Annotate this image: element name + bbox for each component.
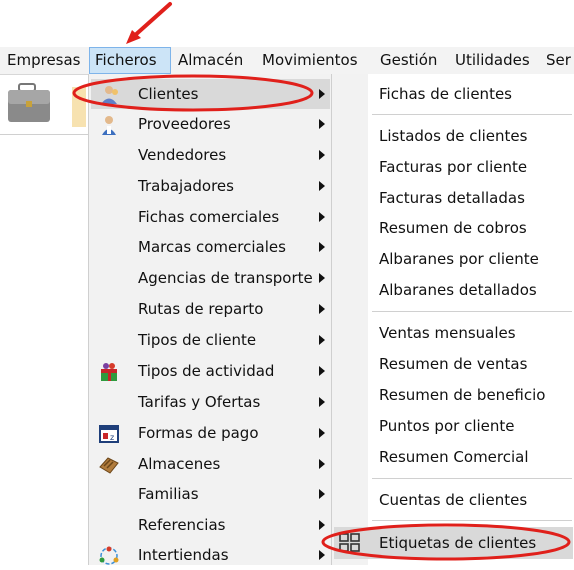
- top-strip: [0, 0, 574, 47]
- toolbar-divider: [0, 134, 88, 135]
- menu-item-resumen-de-beneficio[interactable]: Resumen de beneficio: [379, 380, 545, 410]
- menu-item-label: Etiquetas de clientes: [379, 534, 537, 552]
- menu-almacen[interactable]: Almacén: [178, 47, 243, 74]
- submenu-arrow-icon: [319, 89, 325, 99]
- menu-item-proveedores[interactable]: Proveedores: [91, 109, 330, 139]
- menu-gestion[interactable]: Gestión: [380, 47, 437, 74]
- menu-servicios[interactable]: Ser: [546, 47, 571, 74]
- menu-item-clientes[interactable]: Clientes: [91, 79, 330, 109]
- ficheros-menu: Clientes Proveedores Vendedores Trabajad…: [88, 74, 333, 565]
- menu-item-label: Referencias: [138, 516, 226, 534]
- menu-item-label: Clientes: [138, 85, 199, 103]
- submenu-arrow-icon: [319, 520, 325, 530]
- menu-item-albaranes-detallados[interactable]: Albaranes detallados: [379, 275, 537, 305]
- menu-item-tipos-de-actividad[interactable]: Tipos de actividad: [91, 356, 330, 386]
- menu-item-label: Marcas comerciales: [138, 238, 286, 256]
- menu-icon-gutter: [332, 74, 368, 565]
- submenu-arrow-icon: [319, 119, 325, 129]
- clientes-submenu: Fichas de clientes Listados de clientes …: [331, 74, 574, 565]
- menu-item-rutas-de-reparto[interactable]: Rutas de reparto: [91, 294, 330, 324]
- menu-item-marcas-comerciales[interactable]: Marcas comerciales: [91, 232, 330, 262]
- grid-icon: [339, 533, 360, 552]
- intertiendas-icon: [99, 546, 119, 565]
- menu-separator: [372, 311, 572, 312]
- menu-item-label: Formas de pago: [138, 424, 259, 442]
- menu-item-tarifas-y-ofertas[interactable]: Tarifas y Ofertas: [91, 387, 330, 417]
- menu-item-fichas-comerciales[interactable]: Fichas comerciales: [91, 202, 330, 232]
- menu-item-agencias-de-transporte[interactable]: Agencias de transporte: [91, 263, 330, 293]
- supplier-icon: [102, 116, 116, 135]
- menu-item-referencias[interactable]: Referencias: [91, 510, 330, 540]
- menu-item-listados-de-clientes[interactable]: Listados de clientes: [379, 121, 527, 151]
- menu-item-label: Agencias de transporte: [138, 269, 313, 287]
- submenu-arrow-icon: [319, 428, 325, 438]
- menu-item-resumen-de-ventas[interactable]: Resumen de ventas: [379, 349, 527, 379]
- menu-item-label: Proveedores: [138, 115, 231, 133]
- submenu-arrow-icon: [319, 366, 325, 376]
- gift-icon: [101, 363, 117, 381]
- menu-item-label: Rutas de reparto: [138, 300, 264, 318]
- menu-item-resumen-comercial[interactable]: Resumen Comercial: [379, 442, 529, 472]
- menu-item-label: Vendedores: [138, 146, 227, 164]
- menu-item-familias[interactable]: Familias: [91, 479, 330, 509]
- submenu-arrow-icon: [319, 181, 325, 191]
- menu-item-vendedores[interactable]: Vendedores: [91, 140, 330, 170]
- menu-item-ventas-mensuales[interactable]: Ventas mensuales: [379, 318, 516, 348]
- menu-ficheros[interactable]: Ficheros: [89, 47, 171, 74]
- menu-item-label: Tipos de actividad: [138, 362, 275, 380]
- menu-item-label: Tipos de cliente: [138, 331, 257, 349]
- menu-separator: [372, 520, 572, 521]
- submenu-arrow-icon: [319, 242, 325, 252]
- submenu-arrow-icon: [319, 273, 325, 283]
- menu-item-formas-de-pago[interactable]: z Formas de pago: [91, 418, 330, 448]
- menu-item-resumen-de-cobros[interactable]: Resumen de cobros: [379, 213, 527, 243]
- menu-movimientos[interactable]: Movimientos: [262, 47, 358, 74]
- submenu-arrow-icon: [319, 550, 325, 560]
- menu-item-label: Tarifas y Ofertas: [138, 393, 261, 411]
- clients-icon: [101, 86, 118, 104]
- menu-item-label: Familias: [138, 485, 199, 503]
- submenu-arrow-icon: [319, 489, 325, 499]
- briefcase-icon[interactable]: [0, 75, 88, 135]
- menu-item-facturas-por-cliente[interactable]: Facturas por cliente: [379, 152, 527, 182]
- menu-item-almacenes[interactable]: Almacenes: [91, 449, 330, 479]
- menu-separator: [372, 114, 572, 115]
- menu-item-label: Fichas comerciales: [138, 208, 280, 226]
- menu-item-fichas-de-clientes[interactable]: Fichas de clientes: [379, 79, 512, 109]
- menu-item-label: Trabajadores: [138, 177, 234, 195]
- menu-item-label: Almacenes: [138, 455, 221, 473]
- menu-item-puntos-por-cliente[interactable]: Puntos por cliente: [379, 411, 515, 441]
- menu-item-cuentas-de-clientes[interactable]: Cuentas de clientes: [379, 485, 527, 515]
- svg-text:z: z: [110, 433, 114, 442]
- submenu-arrow-icon: [319, 459, 325, 469]
- submenu-arrow-icon: [319, 304, 325, 314]
- menu-item-trabajadores[interactable]: Trabajadores: [91, 171, 330, 201]
- menu-item-tipos-de-cliente[interactable]: Tipos de cliente: [91, 325, 330, 355]
- menu-item-facturas-detalladas[interactable]: Facturas detalladas: [379, 183, 525, 213]
- submenu-arrow-icon: [319, 335, 325, 345]
- menu-item-label: Intertiendas: [138, 546, 229, 564]
- submenu-arrow-icon: [319, 150, 325, 160]
- submenu-arrow-icon: [319, 397, 325, 407]
- menu-item-intertiendas[interactable]: Intertiendas: [91, 540, 330, 570]
- menu-separator: [372, 478, 572, 479]
- warehouse-icon: [99, 457, 119, 474]
- payment-form-icon: z: [99, 425, 119, 443]
- toolbar: [0, 75, 88, 135]
- submenu-arrow-icon: [319, 212, 325, 222]
- menu-utilidades[interactable]: Utilidades: [455, 47, 530, 74]
- menu-item-albaranes-por-cliente[interactable]: Albaranes por cliente: [379, 244, 539, 274]
- menu-bar: Empresas Ficheros Almacén Movimientos Ge…: [0, 47, 574, 75]
- menu-empresas[interactable]: Empresas: [7, 47, 81, 74]
- menu-item-etiquetas-de-clientes[interactable]: Etiquetas de clientes: [334, 527, 573, 559]
